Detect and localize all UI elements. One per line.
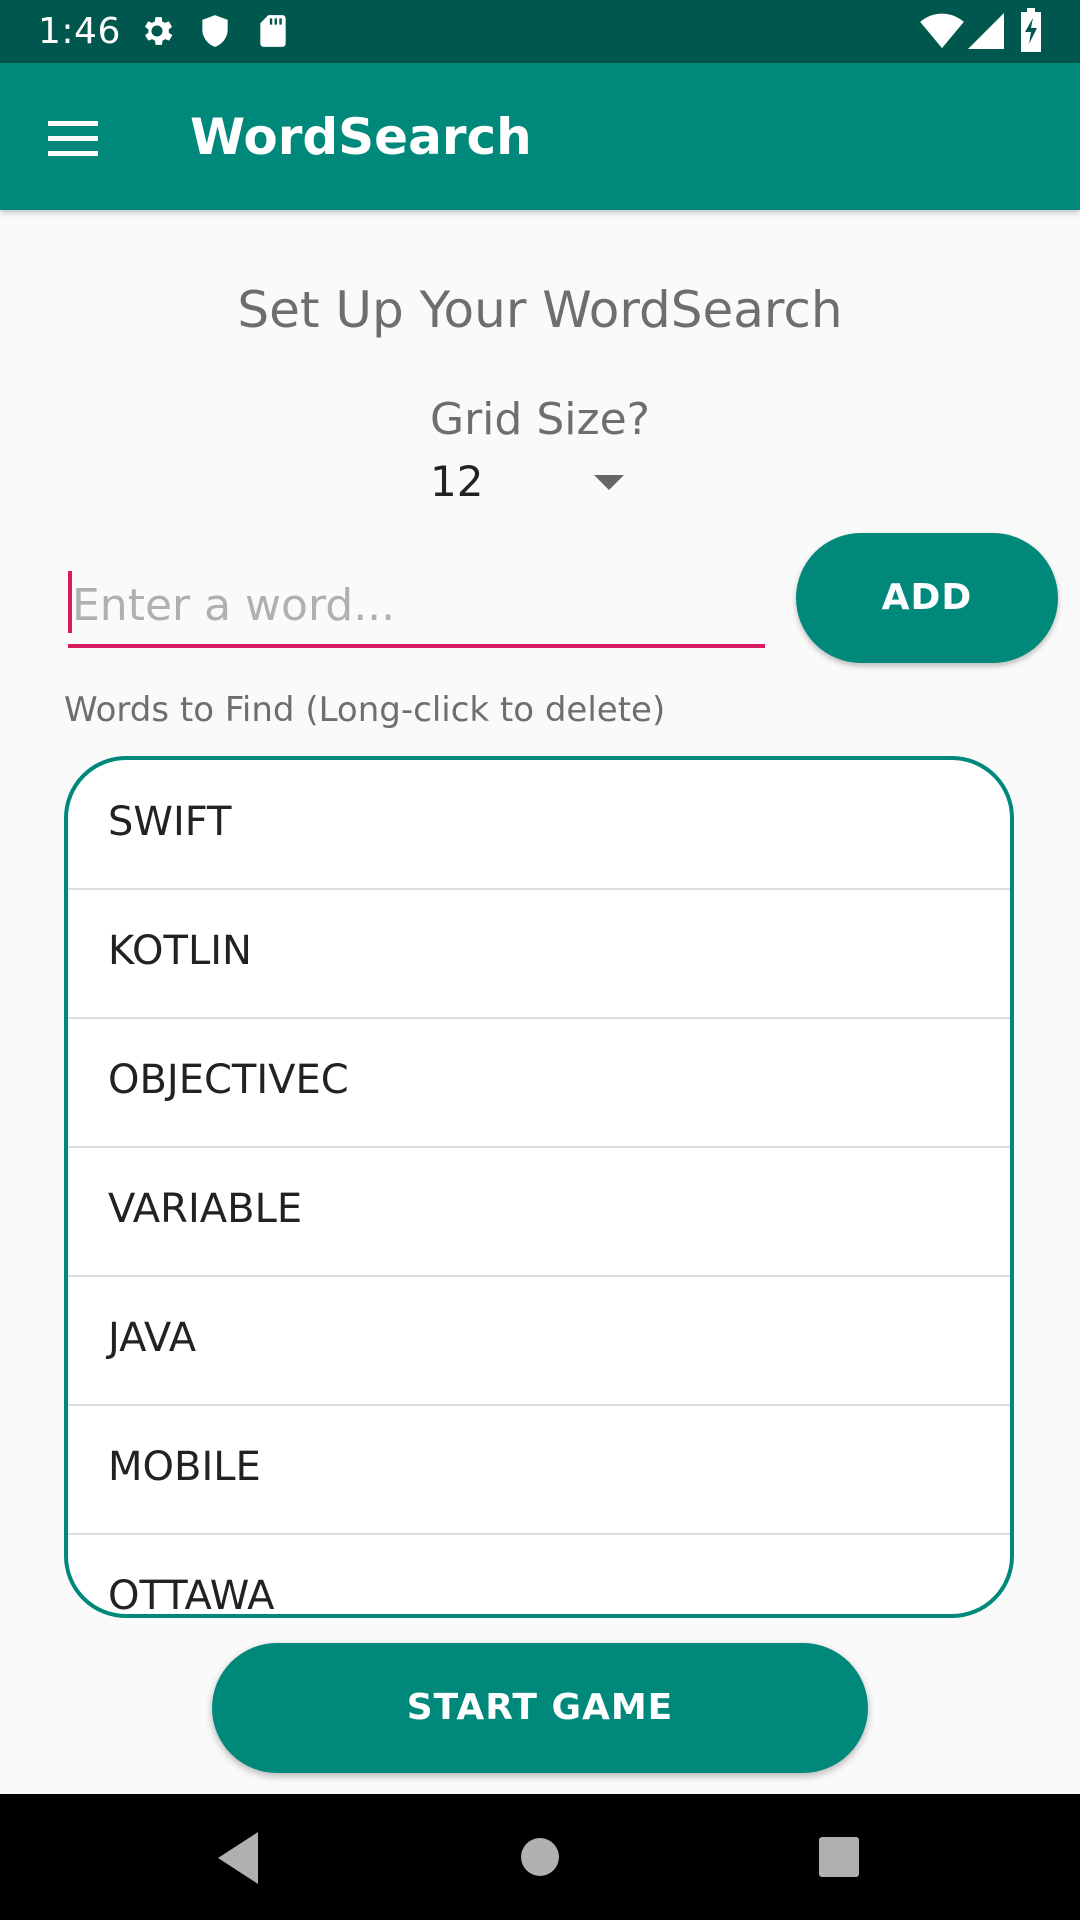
list-item[interactable]: SWIFT: [68, 760, 1010, 890]
shield-icon: [196, 12, 234, 54]
list-item[interactable]: VARIABLE: [68, 1147, 1010, 1277]
status-bar: 1:46: [0, 0, 1080, 63]
word-input[interactable]: [68, 566, 769, 644]
words-list-label: Words to Find (Long-click to delete): [64, 690, 666, 730]
word-input-container: [68, 566, 769, 648]
grid-size-label: Grid Size?: [430, 394, 650, 445]
back-button[interactable]: [178, 1794, 304, 1920]
sd-card-icon: [254, 12, 292, 54]
app-title: WordSearch: [190, 108, 532, 166]
text-cursor: [68, 571, 72, 633]
hamburger-menu-icon: [48, 121, 98, 156]
app-bar: WordSearch: [0, 63, 1080, 210]
list-item[interactable]: MOBILE: [68, 1405, 1010, 1535]
list-item-label: OTTAWA: [108, 1573, 275, 1618]
list-item-label: SWIFT: [108, 799, 232, 845]
recents-icon: [819, 1837, 859, 1877]
list-item[interactable]: JAVA: [68, 1276, 1010, 1406]
recents-button[interactable]: [776, 1794, 902, 1920]
add-button[interactable]: ADD: [796, 533, 1058, 663]
grid-size-value: 12: [430, 457, 484, 506]
start-game-button[interactable]: START GAME: [212, 1643, 868, 1773]
list-item-label: VARIABLE: [108, 1186, 303, 1232]
page-heading: Set Up Your WordSearch: [237, 281, 843, 339]
navigation-bar: [0, 1794, 1080, 1920]
home-icon: [521, 1838, 559, 1876]
list-item-label: KOTLIN: [108, 928, 252, 974]
dropdown-arrow-icon: [594, 475, 624, 490]
home-button[interactable]: [477, 1794, 603, 1920]
wifi-icon: [920, 10, 964, 54]
list-item[interactable]: OTTAWA: [68, 1534, 1010, 1618]
status-time: 1:46: [38, 11, 121, 52]
back-icon: [218, 1832, 258, 1884]
menu-button[interactable]: [24, 91, 120, 187]
list-item[interactable]: OBJECTIVEC: [68, 1018, 1010, 1148]
gear-icon: [138, 12, 176, 54]
signal-icon: [968, 12, 1004, 54]
battery-charging-icon: [1018, 8, 1044, 56]
grid-size-dropdown[interactable]: 12: [420, 450, 635, 514]
list-item[interactable]: KOTLIN: [68, 889, 1010, 1019]
list-item-label: OBJECTIVEC: [108, 1057, 349, 1103]
words-list[interactable]: SWIFT KOTLIN OBJECTIVEC VARIABLE JAVA MO…: [64, 756, 1014, 1618]
list-item-label: MOBILE: [108, 1444, 261, 1490]
list-item-label: JAVA: [108, 1315, 197, 1361]
